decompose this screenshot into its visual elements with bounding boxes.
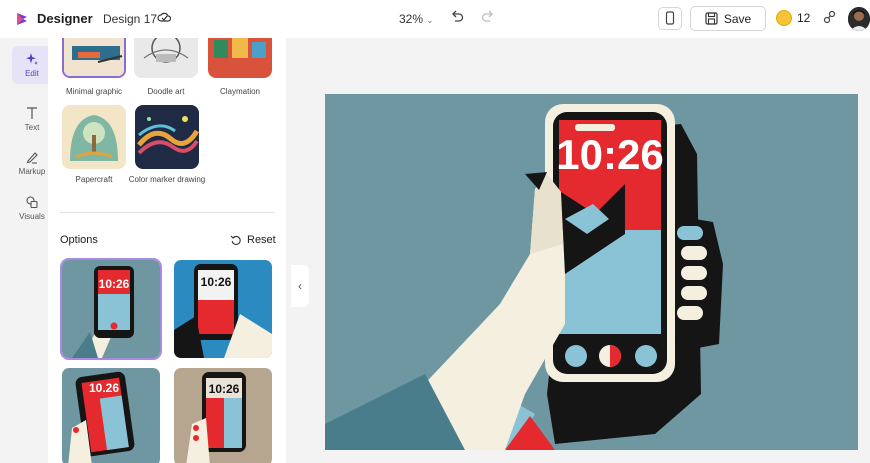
canvas-clock-text: 10:26 [556,131,663,178]
cloud-sync-icon [157,12,171,22]
zoom-level: 32% [399,12,424,26]
rail-item-text[interactable]: Text [12,106,52,132]
redo-icon[interactable] [480,9,496,25]
style-label: Minimal graphic [65,87,123,96]
save-icon [705,12,718,25]
style-label: Claymation [219,87,260,96]
device-preview-button[interactable] [658,7,682,30]
rail-item-markup[interactable]: Markup [12,150,52,176]
avatar[interactable] [848,7,870,31]
sparkle-icon [26,53,38,65]
option-clock-text: 10:26 [99,277,130,291]
chevron-left-icon: ‹ [298,279,302,293]
edit-panel: Minimal graphic Doodle art Claymation Pa… [48,38,286,463]
zoom-dropdown[interactable]: 32% ⌄ [399,12,434,26]
boosts-count: 12 [797,11,811,25]
option-thumb-2[interactable]: 10:26 [174,260,272,358]
rail-item-label: Text [24,123,40,132]
style-label: Color marker drawing [128,175,206,184]
style-thumb-minimal-graphic[interactable] [62,38,126,78]
designer-logo[interactable] [14,11,30,27]
style-thumb-papercraft[interactable] [62,105,126,169]
style-thumb-doodle-art[interactable] [134,38,198,78]
divider [60,212,275,213]
rail-item-edit[interactable]: Edit [12,46,52,84]
left-rail: Edit Text Markup Visuals [8,38,52,463]
text-icon [27,107,37,119]
undo-icon[interactable] [449,9,465,25]
boosts-counter[interactable]: 12 [776,10,810,26]
share-icon[interactable] [822,10,838,26]
option-thumb-4[interactable]: 10:26 [174,368,272,463]
option-thumb-1[interactable]: 10:26 [60,258,162,360]
style-thumb-claymation[interactable] [208,38,272,78]
reset-icon [230,235,241,245]
style-label: Doodle art [147,87,185,96]
option-clock-text: 10:26 [201,275,232,289]
device-icon [665,11,675,25]
rail-item-label: Visuals [19,212,45,221]
style-label: Papercraft [75,175,113,184]
collapse-panel-button[interactable]: ‹ [291,265,309,307]
save-button[interactable]: Save [690,6,766,31]
document-name[interactable]: Design 17 [103,12,157,26]
pen-icon [26,152,38,164]
coin-icon [776,10,792,26]
rail-item-label: Edit [25,69,39,78]
rail-item-label: Markup [18,167,46,176]
reset-label: Reset [247,234,276,246]
chevron-down-icon: ⌄ [426,15,434,25]
option-clock-text: 10:26 [209,382,240,396]
rail-item-visuals[interactable]: Visuals [12,195,52,221]
top-bar: Designer Design 17 32% ⌄ Save 12 [0,0,870,38]
option-thumb-3[interactable]: 10.26 [62,368,160,463]
shapes-icon [26,196,38,209]
app-name[interactable]: Designer [37,11,93,26]
save-label: Save [723,11,752,26]
option-clock-text: 10.26 [89,381,119,395]
options-title: Options [60,234,98,246]
reset-button[interactable]: Reset [230,234,276,246]
style-thumb-color-marker-drawing[interactable] [135,105,199,169]
artboard-image[interactable]: 10:26 [325,94,858,450]
